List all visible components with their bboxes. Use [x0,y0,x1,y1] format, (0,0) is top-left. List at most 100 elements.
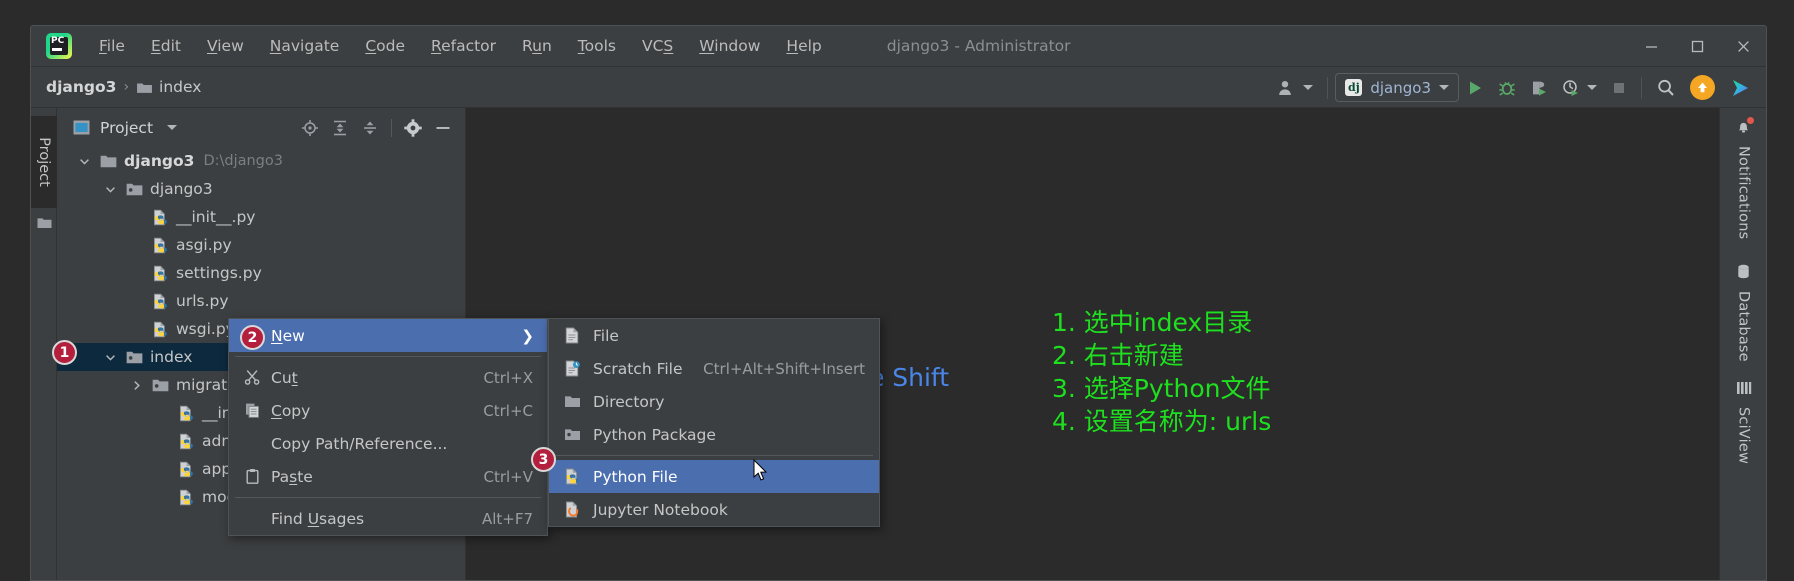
window-controls [1628,26,1766,67]
step-badge-2: 2 [240,325,265,350]
chevron-down-icon[interactable] [77,154,92,169]
menu-edit[interactable]: Edit [140,33,192,59]
menu-item-shortcut: Ctrl+C [483,401,533,420]
panel-divider [391,118,392,137]
chevron-down-icon[interactable] [103,182,118,197]
run-button[interactable] [1459,67,1491,108]
menu-window[interactable]: Window [688,33,771,59]
menu-file[interactable]: File [88,33,136,59]
submenu-item-python-package[interactable]: Python Package [549,418,879,451]
tree-item-label: django3 [150,180,213,198]
expand-all-icon[interactable] [326,113,354,143]
directory-icon [563,393,581,411]
python-file-icon [154,321,167,337]
django-icon: dj [1345,79,1363,96]
submenu-item-label: Python Package [593,425,716,444]
menu-tools[interactable]: Tools [567,33,627,59]
maximize-icon[interactable] [1674,26,1720,67]
menu-code[interactable]: Code [354,33,416,59]
submenu-separator [555,455,873,456]
run-configuration-selector[interactable]: dj django3 [1335,73,1459,102]
python-package-icon [126,183,143,195]
sidebar-item-database[interactable]: Database [1720,263,1766,362]
folder-icon [100,155,117,167]
tree-item-label: urls.py [176,292,229,310]
menu-item-cut[interactable]: Cut Ctrl+X [229,361,547,394]
submenu-item-label: Scratch File [593,359,683,378]
stop-button[interactable] [1604,67,1634,108]
python-file-icon [180,433,193,449]
paste-icon [243,468,261,486]
tree-item-settings-py[interactable]: settings.py [57,259,465,287]
menu-item-new[interactable]: New ❯ [229,319,547,352]
minimize-icon[interactable] [1628,26,1674,67]
submenu-item-python-file[interactable]: Python File [549,460,879,493]
close-icon[interactable] [1720,26,1766,67]
update-project-button[interactable] [1683,67,1722,108]
locate-icon[interactable] [296,113,324,143]
navigation-toolbar: django3 › index dj django3 [31,67,1766,108]
profile-button[interactable] [1555,67,1604,108]
user-icon[interactable] [1270,67,1320,108]
chevron-down-icon[interactable] [103,350,118,365]
run-configuration-name: django3 [1370,78,1431,97]
chevron-down-icon [1439,85,1449,90]
tree-item-django3[interactable]: django3 D:\django3 [57,147,465,175]
menu-refactor[interactable]: Refactor [420,33,507,59]
search-button[interactable] [1649,67,1683,108]
tree-item-label: __init__.py [176,208,256,226]
tree-item-urls-py[interactable]: urls.py [57,287,465,315]
menu-item-label: Paste [271,467,313,486]
file-icon [563,327,581,345]
toolbar-divider [1327,76,1329,99]
menu-item-copy-path-reference[interactable]: Copy Path/Reference... [229,427,547,460]
menu-help[interactable]: Help [775,33,832,59]
menu-item-shortcut: Ctrl+X [483,368,533,387]
tree-item-path: D:\django3 [203,153,283,169]
python-file-icon [563,468,581,486]
python-file-icon [154,293,167,309]
menu-item-label: Find Usages [271,509,365,528]
menu-item-copy[interactable]: Copy Ctrl+C [229,394,547,427]
copy-icon [243,402,261,420]
menu-item-find-usages[interactable]: Find Usages Alt+F7 [229,502,547,535]
submenu-item-file[interactable]: File [549,319,879,352]
sidebar-item-label: Database [1735,291,1752,362]
chevron-right-icon[interactable] [129,378,144,393]
step-badge-3: 3 [531,447,556,472]
sidebar-item-label: Project [36,137,52,187]
collapse-all-icon[interactable] [356,113,384,143]
tree-item-django3[interactable]: django3 [57,175,465,203]
folder-icon[interactable] [37,216,52,230]
python-file-icon [180,489,193,505]
coverage-button[interactable] [1523,67,1555,108]
annotation-line-1: 1. 选中index目录 [1052,308,1253,337]
menu-view[interactable]: View [196,33,255,59]
menu-vcs[interactable]: VCS [631,33,684,59]
breadcrumb-index[interactable]: index [159,78,201,96]
context-menu: New ❯ Cut Ctrl+X Copy Ctrl+C Copy Path/R… [228,318,548,536]
debug-button[interactable] [1491,67,1523,108]
sidebar-item-notifications[interactable]: Notifications [1720,117,1766,239]
sidebar-item-sciview[interactable]: SciView [1720,380,1766,464]
menu-navigate[interactable]: Navigate [259,33,351,59]
breadcrumb-project[interactable]: django3 [46,78,116,96]
menu-run[interactable]: Run [511,33,563,59]
sidebar-item-project[interactable]: Project [31,116,57,208]
tree-item-asgi-py[interactable]: asgi.py [57,231,465,259]
left-tool-strip: Project [31,108,57,580]
pycharm-logo-text: PC [51,36,65,46]
settings-gear-icon[interactable] [399,113,427,143]
submenu-item-jupyter-notebook[interactable]: Jupyter Notebook [549,493,879,526]
python-file-icon [180,461,193,477]
tree-item-init-py[interactable]: __init__.py [57,203,465,231]
chevron-down-icon[interactable] [167,125,178,130]
menu-item-paste[interactable]: Paste Ctrl+V [229,460,547,493]
plugin-button[interactable] [1722,67,1758,108]
submenu-item-scratch-file[interactable]: Scratch File Ctrl+Alt+Shift+Insert [549,352,879,385]
hide-icon[interactable] [429,113,457,143]
submenu-item-directory[interactable]: Directory [549,385,879,418]
